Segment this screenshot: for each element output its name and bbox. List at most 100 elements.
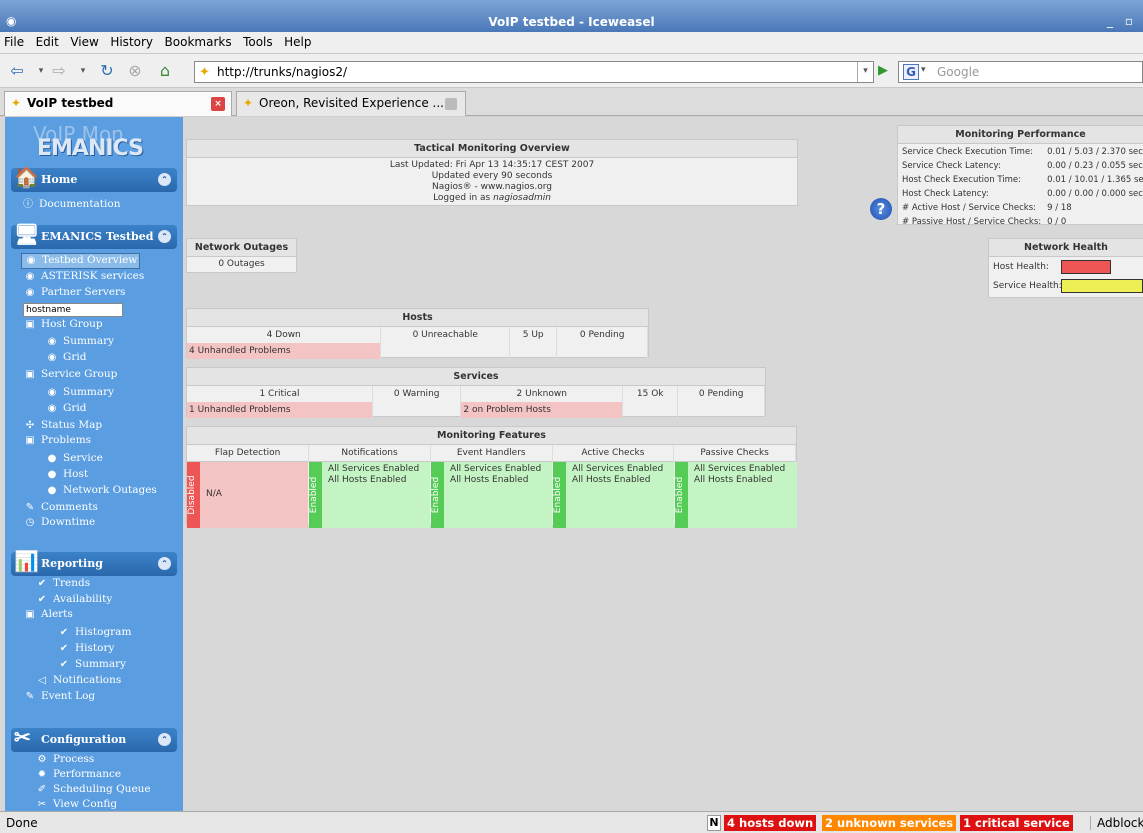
hosts-up[interactable]: 5 Up [509, 327, 558, 343]
perf-row[interactable]: # Passive Host / Service Checks: 0 / 0 [900, 216, 1143, 228]
outages-count[interactable]: 0 Outages [187, 257, 296, 269]
item-label: Event Log [41, 690, 96, 702]
services-ok[interactable]: 15 Ok [622, 386, 679, 402]
sidebar-item-trends[interactable]: ✔ Trends [35, 577, 90, 593]
sidebar-item-network-outages[interactable]: ● Network Outages [45, 484, 157, 500]
search-engine-icon[interactable]: G [903, 64, 919, 80]
sidebar-item-host-group-grid[interactable]: ◉ Grid [45, 351, 87, 367]
services-pending[interactable]: 0 Pending [677, 386, 765, 402]
adblock-label[interactable]: Adblock [1090, 816, 1143, 830]
menu-bookmarks[interactable]: Bookmarks [161, 32, 236, 52]
services-on-problem-hosts[interactable]: 2 on Problem Hosts [460, 402, 624, 418]
hosts-unreachable[interactable]: 0 Unreachable [380, 327, 511, 343]
perf-row[interactable]: # Active Host / Service Checks: 9 / 18 [900, 202, 1143, 214]
section-home[interactable]: 🏠 Home ⌃ [11, 165, 177, 192]
sidebar-item-problems[interactable]: ▣ Problems [23, 434, 91, 450]
sidebar-item-service-group[interactable]: ▣ Service Group [23, 368, 117, 384]
tab-label[interactable]: VoIP testbed [27, 96, 113, 110]
hosts-pending[interactable]: 0 Pending [556, 327, 648, 343]
sidebar-item-service-group-grid[interactable]: ◉ Grid [45, 402, 87, 418]
menu-tools[interactable]: Tools [239, 32, 277, 52]
sidebar-item-notifications[interactable]: ◁ Notifications [35, 674, 121, 690]
back-icon[interactable]: ⇦ [6, 61, 28, 81]
flap-detection-cell[interactable]: Disabled N/A [187, 462, 308, 528]
sidebar-item-alerts[interactable]: ▣ Alerts [23, 608, 73, 624]
active-checks-cell[interactable]: Enabled All Services Enabled All Hosts E… [553, 462, 674, 528]
tab-label[interactable]: Oreon, Revisited Experience ... [259, 96, 444, 110]
hostname-search-input[interactable] [23, 303, 123, 317]
sidebar-item-testbed-overview[interactable]: ◉ Testbed Overview [21, 253, 141, 269]
perf-row[interactable]: Host Check Execution Time: 0.01 / 10.01 /… [900, 174, 1143, 186]
tab-voip-testbed[interactable]: ✦ VoIP testbed × [4, 91, 232, 116]
sidebar-item-downtime[interactable]: ◷ Downtime [23, 516, 96, 532]
nagios-checker-icon[interactable]: N [707, 815, 721, 831]
services-unknown[interactable]: 2 Unknown [460, 386, 624, 402]
sidebar-item-availability[interactable]: ✔ Availability [35, 593, 112, 609]
sidebar-item-scheduling-queue[interactable]: ✐ Scheduling Queue [35, 783, 151, 799]
close-tab-icon[interactable]: × [211, 97, 225, 111]
unknown-services-badge[interactable]: 2 unknown services [822, 815, 957, 831]
passive-checks-cell[interactable]: Enabled All Services Enabled All Hosts E… [675, 462, 797, 528]
go-icon[interactable]: ▶ [878, 63, 888, 78]
home-icon[interactable]: ⌂ [154, 61, 176, 81]
sidebar-item-histogram[interactable]: ✔ Histogram [57, 626, 132, 642]
collapse-icon[interactable]: ⌃ [158, 733, 171, 746]
services-warning[interactable]: 0 Warning [372, 386, 462, 402]
sidebar-item-alerts-summary[interactable]: ✔ Summary [57, 658, 126, 674]
hosts-down[interactable]: 4 Down [187, 327, 382, 343]
hosts-down-badge[interactable]: 4 hosts down [724, 815, 817, 831]
sidebar-item-history[interactable]: ✔ History [57, 642, 115, 658]
sidebar-item-process[interactable]: ⚙ Process [35, 753, 95, 769]
close-tab-icon[interactable] [445, 98, 457, 110]
menu-file[interactable]: File [0, 32, 28, 52]
reload-icon[interactable]: ↻ [96, 61, 118, 81]
services-critical[interactable]: 1 Critical [187, 386, 373, 402]
sidebar-item-status-map[interactable]: ✣ Status Map [23, 419, 102, 435]
search-engine-dropdown-icon[interactable]: ▾ [921, 65, 926, 75]
hosts-unhandled-problems[interactable]: 4 Unhandled Problems [187, 343, 382, 359]
window-controls[interactable]: _ ▫ [1107, 14, 1137, 28]
collapse-icon[interactable]: ⌃ [158, 230, 171, 243]
menu-history[interactable]: History [106, 32, 157, 52]
sidebar-item-service-group-summary[interactable]: ◉ Summary [45, 386, 114, 402]
sidebar-item-view-config[interactable]: ✂ View Config [35, 798, 117, 811]
section-configuration[interactable]: ✂ Configuration ⌃ [11, 725, 177, 752]
perf-row[interactable]: Host Check Latency: 0.00 / 0.00 / 0.000 s… [900, 188, 1143, 200]
sidebar-item-asterisk-services[interactable]: ◉ ASTERISK services [23, 270, 145, 286]
event-handlers-cell[interactable]: Enabled All Services Enabled All Hosts E… [431, 462, 552, 528]
sidebar-item-problems-service[interactable]: ● Service [45, 452, 103, 468]
stop-icon[interactable]: ⊗ [124, 61, 146, 81]
forward-dropdown-icon[interactable]: ▾ [72, 66, 94, 86]
forward-icon[interactable]: ⇨ [48, 61, 70, 81]
emanics-logo[interactable]: VoIP Mon EMANICS [33, 122, 163, 162]
sidebar-item-documentation[interactable]: ⓘ Documentation [21, 195, 120, 211]
item-label: Network Outages [63, 484, 157, 496]
menu-view[interactable]: View [66, 32, 102, 52]
collapse-icon[interactable]: ⌃ [158, 173, 171, 186]
services-unhandled-problems[interactable]: 1 Unhandled Problems [187, 402, 373, 418]
sidebar-item-host-group[interactable]: ▣ Host Group [23, 318, 102, 334]
critical-service-badge[interactable]: 1 critical service [960, 815, 1073, 831]
menu-help[interactable]: Help [280, 32, 315, 52]
url-text[interactable]: http://trunks/nagios2/ [217, 65, 347, 79]
sidebar-item-comments[interactable]: ✎ Comments [23, 501, 98, 517]
sidebar-item-event-log[interactable]: ✎ Event Log [23, 690, 95, 706]
search-bar[interactable]: G ▾ Google [898, 61, 1143, 83]
sidebar-item-partner-servers[interactable]: ◉ Partner Servers [23, 286, 126, 302]
section-reporting[interactable]: 📊 Reporting ⌃ [11, 549, 177, 576]
sidebar-item-problems-host[interactable]: ● Host [45, 468, 88, 484]
perf-row[interactable]: Service Check Latency: 0.00 / 0.23 / 0.05… [900, 160, 1143, 172]
sidebar-item-host-group-summary[interactable]: ◉ Summary [45, 335, 114, 351]
url-bar[interactable]: ✦ http://trunks/nagios2/ ▾ [194, 61, 874, 83]
notifications-cell[interactable]: Enabled All Services Enabled All Hosts E… [309, 462, 430, 528]
collapse-icon[interactable]: ⌃ [158, 557, 171, 570]
tab-oreon[interactable]: ✦ Oreon, Revisited Experience ... [236, 91, 466, 116]
help-icon[interactable]: ? [870, 198, 892, 220]
url-dropdown-icon[interactable]: ▾ [857, 62, 873, 82]
nagios-link[interactable]: Nagios® - www.nagios.org [187, 182, 797, 193]
sidebar-item-performance[interactable]: ✹ Performance [35, 768, 121, 784]
menu-edit[interactable]: Edit [32, 32, 63, 52]
perf-row[interactable]: Service Check Execution Time: 0.01 / 5.03… [900, 146, 1143, 158]
search-placeholder[interactable]: Google [937, 65, 979, 79]
section-emanics-testbed[interactable]: 🖥 EMANICS Testbed ⌃ [11, 222, 177, 249]
